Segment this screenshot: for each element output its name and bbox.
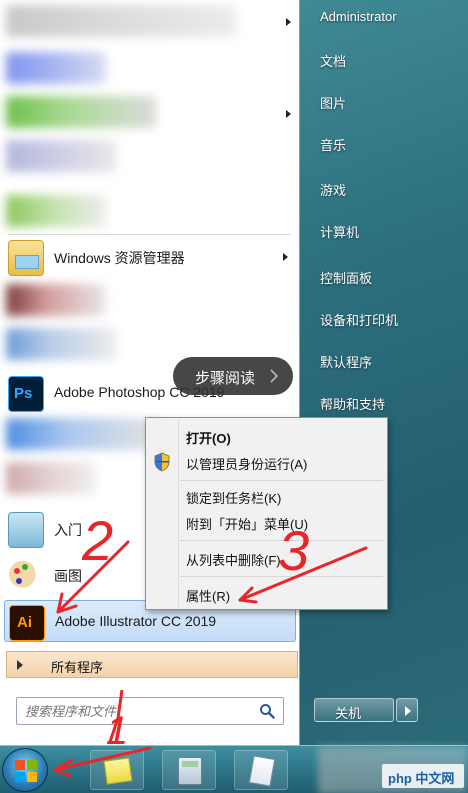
illustrator-icon: Ai xyxy=(9,605,45,641)
menu-separator xyxy=(180,480,383,481)
tooltip-label: 步骤阅读 xyxy=(195,370,256,387)
start-menu-right-panel: Administrator 文档 图片 音乐 游戏 计算机 控制面板 设备和打印… xyxy=(300,0,468,745)
menu-separator xyxy=(180,540,383,541)
taskbar: php 中文网 xyxy=(0,745,468,793)
chevron-right-icon xyxy=(17,660,23,670)
menu-item-run-as-admin[interactable]: 以管理员身份运行(A) xyxy=(186,454,307,473)
right-item-control-panel[interactable]: 控制面板 xyxy=(320,268,372,287)
program-label: 入门 xyxy=(54,522,82,538)
notepad-icon xyxy=(248,755,276,787)
all-programs-button[interactable]: 所有程序 xyxy=(6,651,298,678)
menu-item-pin-to-taskbar[interactable]: 锁定到任务栏(K) xyxy=(186,488,281,507)
right-item-music[interactable]: 音乐 xyxy=(320,135,346,154)
blurred-program-row xyxy=(6,52,106,84)
right-item-default-programs[interactable]: 默认程序 xyxy=(320,352,372,371)
chevron-right-icon xyxy=(270,369,279,383)
right-item-documents[interactable]: 文档 xyxy=(320,51,346,70)
blurred-program-row xyxy=(6,418,156,450)
blurred-program-row xyxy=(6,462,96,494)
menu-item-open[interactable]: 打开(O) xyxy=(186,428,231,447)
blurred-program-row xyxy=(6,328,116,360)
all-programs-label: 所有程序 xyxy=(51,660,104,675)
chevron-right-icon xyxy=(405,706,411,716)
search-input[interactable] xyxy=(25,702,255,720)
taskbar-app-calculator[interactable] xyxy=(162,750,216,790)
blurred-program-row xyxy=(6,96,156,128)
program-label: Windows 资源管理器 xyxy=(54,250,185,266)
search-icon[interactable] xyxy=(259,703,275,719)
right-item-computer[interactable]: 计算机 xyxy=(320,222,359,241)
context-menu: 打开(O) 以管理员身份运行(A) 锁定到任务栏(K) 附到「开始」菜单(U) … xyxy=(145,417,388,610)
taskbar-app-notepad[interactable] xyxy=(234,750,288,790)
getting-started-icon xyxy=(8,512,44,548)
explorer-icon xyxy=(8,240,44,276)
blurred-program-row xyxy=(6,284,106,316)
blurred-program-row xyxy=(6,5,236,37)
shutdown-button[interactable]: 关机 xyxy=(314,698,394,722)
program-label: 画图 xyxy=(54,568,82,584)
right-item-devices-printers[interactable]: 设备和打印机 xyxy=(320,310,398,329)
menu-item-remove-from-list[interactable]: 从列表中删除(F) xyxy=(186,550,281,569)
paint-icon xyxy=(8,558,44,594)
taskbar-app-sticky-notes[interactable] xyxy=(90,750,144,790)
start-button[interactable] xyxy=(2,748,48,792)
menu-gutter xyxy=(178,420,179,607)
program-windows-explorer[interactable]: Windows 资源管理器 xyxy=(4,236,296,278)
chevron-right-icon xyxy=(286,110,291,118)
blurred-program-row xyxy=(6,140,116,172)
right-item-games[interactable]: 游戏 xyxy=(320,180,346,199)
watermark-label: php 中文网 xyxy=(388,771,455,786)
uac-shield-icon xyxy=(154,452,170,472)
photoshop-icon-text: Ps xyxy=(14,385,33,402)
windows-logo-icon xyxy=(15,760,37,782)
program-label: Adobe Illustrator CC 2019 xyxy=(55,613,217,629)
chevron-right-icon xyxy=(283,253,288,261)
menu-item-properties[interactable]: 属性(R) xyxy=(186,586,230,605)
shutdown-options-button[interactable] xyxy=(396,698,418,722)
calculator-icon xyxy=(178,757,202,785)
sticky-notes-icon xyxy=(103,757,133,785)
right-item-help-support[interactable]: 帮助和支持 xyxy=(320,394,385,413)
right-item-pictures[interactable]: 图片 xyxy=(320,93,346,112)
photoshop-icon: Ps xyxy=(8,376,44,412)
step-reading-tooltip[interactable]: 步骤阅读 xyxy=(173,357,293,395)
menu-separator xyxy=(180,576,383,577)
search-box[interactable] xyxy=(16,697,284,725)
watermark: php 中文网 xyxy=(382,764,464,788)
menu-item-pin-to-start[interactable]: 附到「开始」菜单(U) xyxy=(186,514,308,533)
illustrator-icon-text: Ai xyxy=(17,614,32,631)
shutdown-label: 关机 xyxy=(335,706,362,721)
blurred-program-row xyxy=(6,195,106,227)
right-item-administrator[interactable]: Administrator xyxy=(320,9,397,24)
chevron-right-icon xyxy=(286,18,291,26)
program-separator xyxy=(8,234,291,235)
